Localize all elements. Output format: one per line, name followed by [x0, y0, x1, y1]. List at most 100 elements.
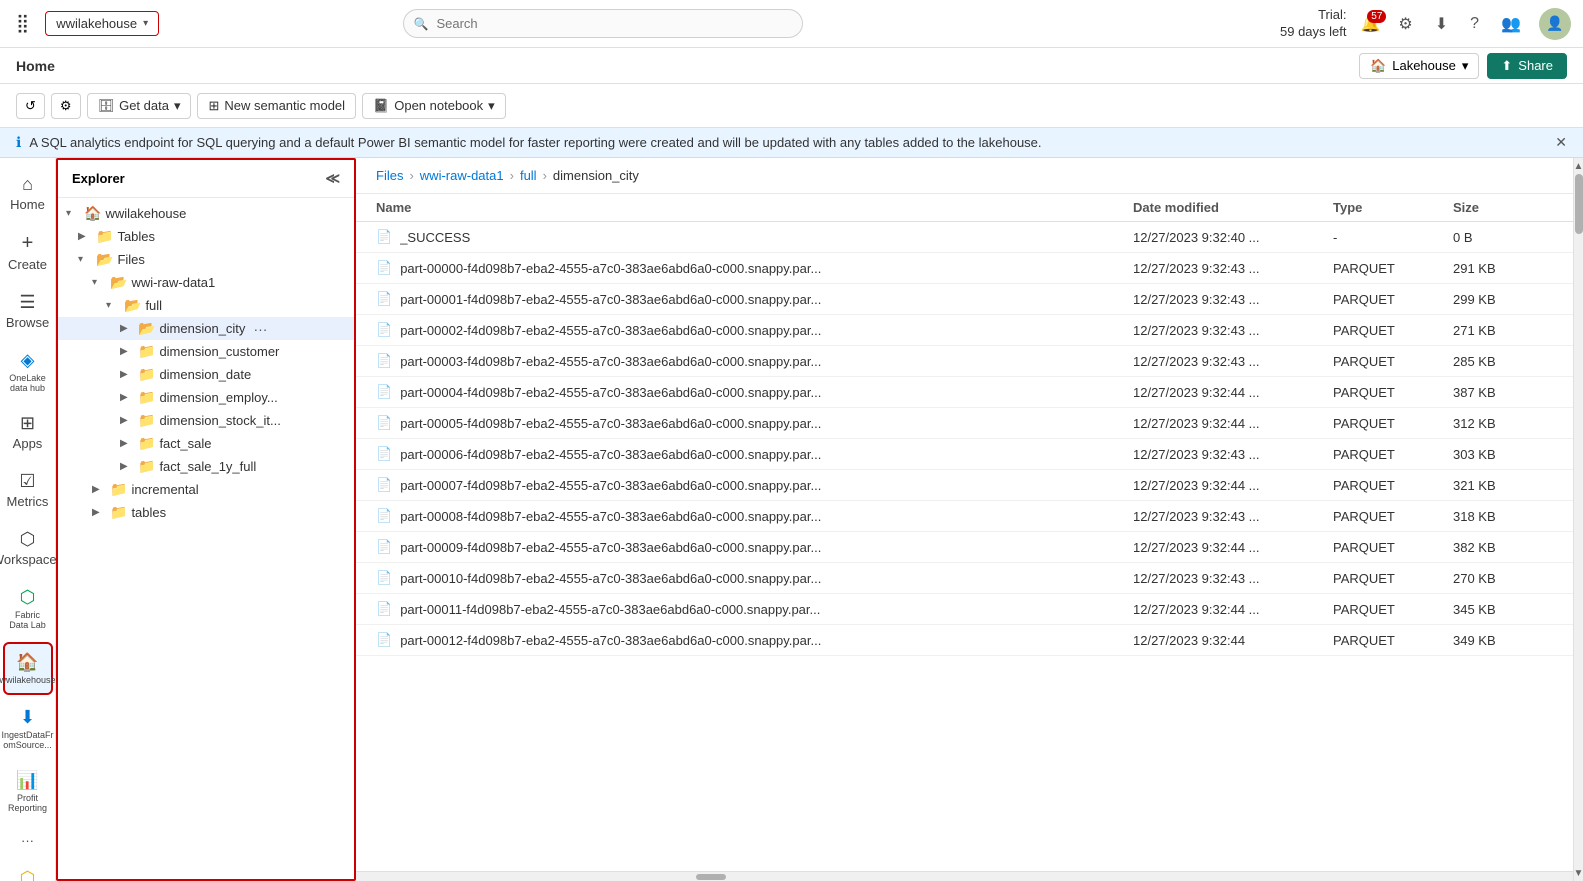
- dimension-city-more-button[interactable]: ···: [253, 321, 267, 337]
- wwirawdata-chevron-icon: ▾: [92, 277, 106, 288]
- new-semantic-model-button[interactable]: ⊞ New semantic model: [197, 93, 356, 119]
- table-row[interactable]: 📄 part-00002-f4d098b7-eba2-4555-a7c0-383…: [356, 315, 1573, 346]
- help-icon[interactable]: ?: [1466, 11, 1483, 37]
- page-title: Home: [16, 58, 55, 74]
- workspaces-icon: ⬡: [20, 529, 36, 550]
- horizontal-scrollbar[interactable]: [356, 871, 1573, 881]
- fabric-icon: ⬡: [20, 587, 36, 608]
- workspace-selector[interactable]: wwilakehouse ▾: [45, 11, 159, 36]
- settings-button[interactable]: ⚙: [51, 93, 81, 119]
- file-date: 12/27/2023 9:32:44 ...: [1133, 416, 1333, 431]
- scroll-thumb[interactable]: [1575, 174, 1583, 234]
- breadcrumb-sep2: ›: [510, 168, 514, 183]
- file-date: 12/27/2023 9:32:43 ...: [1133, 571, 1333, 586]
- table-row[interactable]: 📄 part-00009-f4d098b7-eba2-4555-a7c0-383…: [356, 532, 1573, 563]
- sidebar-item-home[interactable]: ⌂ Home: [3, 166, 53, 220]
- table-row[interactable]: 📄 part-00003-f4d098b7-eba2-4555-a7c0-383…: [356, 346, 1573, 377]
- sidebar-item-metrics[interactable]: ☑ Metrics: [3, 463, 53, 517]
- ingest-icon: ⬇: [20, 707, 35, 728]
- refresh-button[interactable]: ↺: [16, 93, 45, 119]
- sidebar-item-create[interactable]: + Create: [3, 224, 53, 280]
- sidebar-more-button[interactable]: ···: [3, 825, 53, 860]
- tree-item-full[interactable]: ▾ 📂 full: [58, 294, 354, 317]
- tree-factsale-label: fact_sale: [159, 436, 211, 451]
- browse-icon: ☰: [19, 292, 35, 313]
- tree-item-fact-sale[interactable]: ▶ 📁 fact_sale: [58, 432, 354, 455]
- info-banner: ℹ A SQL analytics endpoint for SQL query…: [0, 128, 1583, 158]
- table-row[interactable]: 📄 part-00000-f4d098b7-eba2-4555-a7c0-383…: [356, 253, 1573, 284]
- wwirawdata-folder-icon: 📂: [110, 274, 127, 291]
- scroll-down-button[interactable]: ▼: [1574, 865, 1583, 881]
- tree-item-wwirawdata[interactable]: ▾ 📂 wwi-raw-data1: [58, 271, 354, 294]
- sidebar-item-apps[interactable]: ⊞ Apps: [3, 405, 53, 459]
- tree-item-fact-sale-1y[interactable]: ▶ 📁 fact_sale_1y_full: [58, 455, 354, 478]
- explorer-tree: ▾ 🏠 wwilakehouse ▶ 📁 Tables ▾ 📂 Files ▾ …: [58, 198, 354, 879]
- table-row[interactable]: 📄 part-00012-f4d098b7-eba2-4555-a7c0-383…: [356, 625, 1573, 656]
- table-row[interactable]: 📄 part-00006-f4d098b7-eba2-4555-a7c0-383…: [356, 439, 1573, 470]
- sidebar-item-fabricdatalab[interactable]: ⬡ Fabric Data Lab: [3, 579, 53, 638]
- file-name: part-00008-f4d098b7-eba2-4555-a7c0-383ae…: [400, 509, 821, 524]
- table-row[interactable]: 📄 part-00001-f4d098b7-eba2-4555-a7c0-383…: [356, 284, 1573, 315]
- notifications-button[interactable]: 🔔 57: [1361, 14, 1381, 34]
- settings-icon[interactable]: ⚙: [1394, 10, 1416, 38]
- sidebar-item-ingestdata[interactable]: ⬇ IngestDataFr omSource...: [3, 699, 53, 758]
- tree-item-dimension-employ[interactable]: ▶ 📁 dimension_employ...: [58, 386, 354, 409]
- table-row[interactable]: 📄 _SUCCESS 12/27/2023 9:32:40 ... - 0 B: [356, 222, 1573, 253]
- breadcrumb-files[interactable]: Files: [376, 168, 403, 183]
- tree-item-tables[interactable]: ▶ 📁 Tables: [58, 225, 354, 248]
- col-name: Name: [376, 200, 1133, 215]
- toolbar: ↺ ⚙ 🗄 Get data ▾ ⊞ New semantic model 📓 …: [0, 84, 1583, 128]
- table-row[interactable]: 📄 part-00004-f4d098b7-eba2-4555-a7c0-383…: [356, 377, 1573, 408]
- sidebar-item-browse[interactable]: ☰ Browse: [3, 284, 53, 338]
- app-grid-icon[interactable]: ⣿: [12, 9, 33, 38]
- share-button[interactable]: ⬆ Share: [1487, 53, 1567, 79]
- trial-info: Trial: 59 days left: [1280, 7, 1347, 41]
- table-row[interactable]: 📄 part-00007-f4d098b7-eba2-4555-a7c0-383…: [356, 470, 1573, 501]
- tree-dimemploy-label: dimension_employ...: [159, 390, 277, 405]
- search-input[interactable]: [403, 9, 803, 38]
- file-date: 12/27/2023 9:32:43 ...: [1133, 323, 1333, 338]
- tree-item-tables2[interactable]: ▶ 📁 tables: [58, 501, 354, 524]
- download-icon[interactable]: ⬇: [1431, 10, 1452, 38]
- lakehouse-icon: 🏠: [1370, 58, 1386, 74]
- tree-item-dimension-date[interactable]: ▶ 📁 dimension_date: [58, 363, 354, 386]
- breadcrumb-wwirawdata[interactable]: wwi-raw-data1: [420, 168, 504, 183]
- get-data-button[interactable]: 🗄 Get data ▾: [87, 93, 192, 119]
- sidebar-item-profitreporting[interactable]: 📊 Profit Reporting: [3, 762, 53, 821]
- breadcrumb-full[interactable]: full: [520, 168, 537, 183]
- sidebar-item-workspaces[interactable]: ⬡ Workspaces: [3, 521, 53, 575]
- sidebar-item-onelake[interactable]: ◈ OneLake data hub: [3, 342, 53, 401]
- scroll-thumb-area: [1574, 174, 1583, 865]
- scroll-up-button[interactable]: ▲: [1574, 158, 1583, 174]
- tree-item-dimension-customer[interactable]: ▶ 📁 dimension_customer: [58, 340, 354, 363]
- secondbar: Home 🏠 Lakehouse ▾ ⬆ Share: [0, 48, 1583, 84]
- file-icon: 📄: [376, 260, 392, 276]
- tables-folder-icon: 📁: [96, 228, 113, 245]
- open-notebook-button[interactable]: 📓 Open notebook ▾: [362, 93, 506, 119]
- dimcity-folder-icon: 📂: [138, 320, 155, 337]
- share-people-icon[interactable]: 👥: [1497, 10, 1525, 38]
- tree-item-files[interactable]: ▾ 📂 Files: [58, 248, 354, 271]
- file-size: 387 KB: [1453, 385, 1553, 400]
- sidebar-item-wwilakehouse[interactable]: 🏠 wwilakehouse: [3, 642, 53, 695]
- tree-item-incremental[interactable]: ▶ 📁 incremental: [58, 478, 354, 501]
- collapse-panel-button[interactable]: ≪: [325, 170, 340, 187]
- file-type: PARQUET: [1333, 292, 1453, 307]
- tree-root-item[interactable]: ▾ 🏠 wwilakehouse: [58, 202, 354, 225]
- tree-full-label: full: [145, 298, 162, 313]
- tree-item-dimension-stock[interactable]: ▶ 📁 dimension_stock_it...: [58, 409, 354, 432]
- col-size: Size: [1453, 200, 1553, 215]
- banner-close-button[interactable]: ✕: [1555, 134, 1567, 151]
- file-date: 12/27/2023 9:32:43 ...: [1133, 261, 1333, 276]
- table-row[interactable]: 📄 part-00010-f4d098b7-eba2-4555-a7c0-383…: [356, 563, 1573, 594]
- table-row[interactable]: 📄 part-00008-f4d098b7-eba2-4555-a7c0-383…: [356, 501, 1573, 532]
- file-size: 270 KB: [1453, 571, 1553, 586]
- file-size: 271 KB: [1453, 323, 1553, 338]
- vertical-scrollbar[interactable]: ▲ ▼: [1573, 158, 1583, 881]
- tree-item-dimension-city[interactable]: ▶ 📂 dimension_city ···: [58, 317, 354, 340]
- user-avatar[interactable]: 👤: [1539, 8, 1571, 40]
- table-row[interactable]: 📄 part-00005-f4d098b7-eba2-4555-a7c0-383…: [356, 408, 1573, 439]
- lakehouse-button[interactable]: 🏠 Lakehouse ▾: [1359, 53, 1479, 79]
- tree-wwirawdata-label: wwi-raw-data1: [131, 275, 215, 290]
- table-row[interactable]: 📄 part-00011-f4d098b7-eba2-4555-a7c0-383…: [356, 594, 1573, 625]
